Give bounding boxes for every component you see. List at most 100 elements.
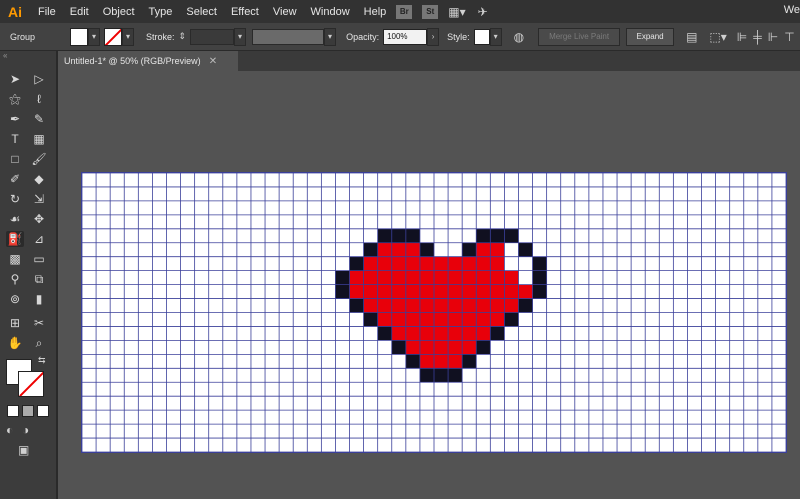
heart-fill-pixel[interactable] xyxy=(419,284,434,299)
heart-fill-pixel[interactable] xyxy=(419,298,434,313)
heart-outline-pixel[interactable] xyxy=(518,298,533,313)
heart-fill-pixel[interactable] xyxy=(377,298,392,313)
menu-type[interactable]: Type xyxy=(149,6,173,18)
workspace-switcher[interactable]: We xyxy=(784,4,800,16)
pen-icon[interactable]: ✒ xyxy=(6,111,24,127)
profile-dropdown[interactable]: ▾ xyxy=(324,27,337,46)
heart-fill-pixel[interactable] xyxy=(448,326,463,341)
live-paint-bucket-icon[interactable]: ⛽ xyxy=(6,231,24,247)
menu-object[interactable]: Object xyxy=(103,6,135,18)
heart-fill-pixel[interactable] xyxy=(448,284,463,299)
screen-mode-icon[interactable]: ▣ xyxy=(18,443,29,457)
heart-fill-pixel[interactable] xyxy=(476,242,491,257)
warp-icon[interactable]: ☙ xyxy=(6,211,24,227)
heart-outline-pixel[interactable] xyxy=(476,340,491,355)
stroke-dropdown[interactable]: ▾ xyxy=(122,27,134,46)
heart-fill-pixel[interactable] xyxy=(434,256,449,271)
heart-outline-pixel[interactable] xyxy=(532,270,547,285)
bridge-button[interactable]: Br xyxy=(396,4,413,19)
heart-fill-pixel[interactable] xyxy=(405,312,420,327)
direct-selection-icon[interactable]: ▷ xyxy=(30,71,48,87)
heart-outline-pixel[interactable] xyxy=(377,326,392,341)
align-top-icon[interactable]: ⊤ xyxy=(784,30,794,44)
heart-fill-pixel[interactable] xyxy=(490,270,505,285)
heart-fill-pixel[interactable] xyxy=(391,256,406,271)
heart-fill-pixel[interactable] xyxy=(363,298,378,313)
shaper-icon[interactable]: ✐ xyxy=(6,171,24,187)
heart-fill-pixel[interactable] xyxy=(462,298,477,313)
artboard-icon[interactable]: ⊞ xyxy=(6,315,24,331)
merge-live-paint-button[interactable]: Merge Live Paint xyxy=(538,27,621,46)
heart-fill-pixel[interactable] xyxy=(391,326,406,341)
heart-highlight-pixel[interactable] xyxy=(504,242,519,257)
heart-outline-pixel[interactable] xyxy=(391,340,406,355)
stroke-color-box[interactable] xyxy=(18,371,44,397)
menu-file[interactable]: File xyxy=(38,6,56,18)
heart-outline-pixel[interactable] xyxy=(434,368,449,383)
symbol-sprayer-icon[interactable]: ⊚ xyxy=(6,291,24,307)
heart-outline-pixel[interactable] xyxy=(448,368,463,383)
grid-tool-icon[interactable]: ▦ xyxy=(30,131,48,147)
heart-fill-pixel[interactable] xyxy=(349,270,364,285)
heart-outline-pixel[interactable] xyxy=(335,270,350,285)
slice-icon[interactable]: ✂ xyxy=(30,315,48,331)
variable-width-profile[interactable] xyxy=(252,28,325,45)
heart-fill-pixel[interactable] xyxy=(363,284,378,299)
heart-fill-pixel[interactable] xyxy=(391,312,406,327)
selection-icon[interactable]: ➤ xyxy=(6,71,24,87)
heart-fill-pixel[interactable] xyxy=(377,242,392,257)
menu-select[interactable]: Select xyxy=(186,6,217,18)
heart-fill-pixel[interactable] xyxy=(476,284,491,299)
heart-highlight-pixel[interactable] xyxy=(518,270,533,285)
arrange-documents-icon[interactable]: ▦▾ xyxy=(448,5,465,19)
style-swatch[interactable] xyxy=(473,28,490,45)
heart-fill-pixel[interactable] xyxy=(377,270,392,285)
heart-fill-pixel[interactable] xyxy=(504,284,519,299)
heart-fill-pixel[interactable] xyxy=(405,256,420,271)
heart-outline-pixel[interactable] xyxy=(363,312,378,327)
close-tab-icon[interactable]: ✕ xyxy=(209,56,217,67)
menu-window[interactable]: Window xyxy=(311,6,350,18)
heart-fill-pixel[interactable] xyxy=(448,312,463,327)
heart-outline-pixel[interactable] xyxy=(349,256,364,271)
mesh-icon[interactable]: ▩ xyxy=(6,251,24,267)
heart-fill-pixel[interactable] xyxy=(405,340,420,355)
heart-fill-pixel[interactable] xyxy=(504,298,519,313)
drawing-mode-icon[interactable]: ◐ xyxy=(6,423,13,437)
heart-fill-pixel[interactable] xyxy=(405,326,420,341)
heart-fill-pixel[interactable] xyxy=(405,298,420,313)
heart-fill-pixel[interactable] xyxy=(391,284,406,299)
heart-fill-pixel[interactable] xyxy=(448,340,463,355)
menu-view[interactable]: View xyxy=(273,6,297,18)
heart-outline-pixel[interactable] xyxy=(462,242,477,257)
heart-fill-pixel[interactable] xyxy=(419,312,434,327)
heart-fill-pixel[interactable] xyxy=(405,284,420,299)
curvature-icon[interactable]: ✎ xyxy=(30,111,48,127)
type-icon[interactable]: T xyxy=(6,131,24,147)
expand-button[interactable]: Expand xyxy=(626,27,675,46)
eraser-icon[interactable]: ◆ xyxy=(30,171,48,187)
color-mode-icon[interactable] xyxy=(7,405,19,417)
heart-fill-pixel[interactable] xyxy=(448,256,463,271)
gradient-icon[interactable]: ▭ xyxy=(30,251,48,267)
heart-outline-pixel[interactable] xyxy=(377,228,392,243)
heart-outline-pixel[interactable] xyxy=(532,284,547,299)
heart-fill-pixel[interactable] xyxy=(434,326,449,341)
heart-outline-pixel[interactable] xyxy=(363,242,378,257)
align-right-icon[interactable]: ⊩ xyxy=(768,30,778,44)
document-tab[interactable]: Untitled-1* @ 50% (RGB/Preview) ✕ xyxy=(58,51,238,71)
heart-outline-pixel[interactable] xyxy=(462,354,477,369)
column-graph-icon[interactable]: ▮ xyxy=(30,291,48,307)
fill-swatch[interactable] xyxy=(70,27,88,46)
fill-dropdown[interactable]: ▾ xyxy=(88,27,100,46)
heart-fill-pixel[interactable] xyxy=(490,284,505,299)
heart-outline-pixel[interactable] xyxy=(504,228,519,243)
heart-fill-pixel[interactable] xyxy=(419,256,434,271)
heart-outline-pixel[interactable] xyxy=(518,242,533,257)
heart-fill-pixel[interactable] xyxy=(462,312,477,327)
style-dropdown[interactable]: ▾ xyxy=(489,27,502,46)
heart-fill-pixel[interactable] xyxy=(448,354,463,369)
heart-highlight-pixel[interactable] xyxy=(504,256,519,271)
draw-behind-icon[interactable]: ◑ xyxy=(22,423,29,437)
stroke-weight-dropdown[interactable]: ▾ xyxy=(234,27,247,46)
